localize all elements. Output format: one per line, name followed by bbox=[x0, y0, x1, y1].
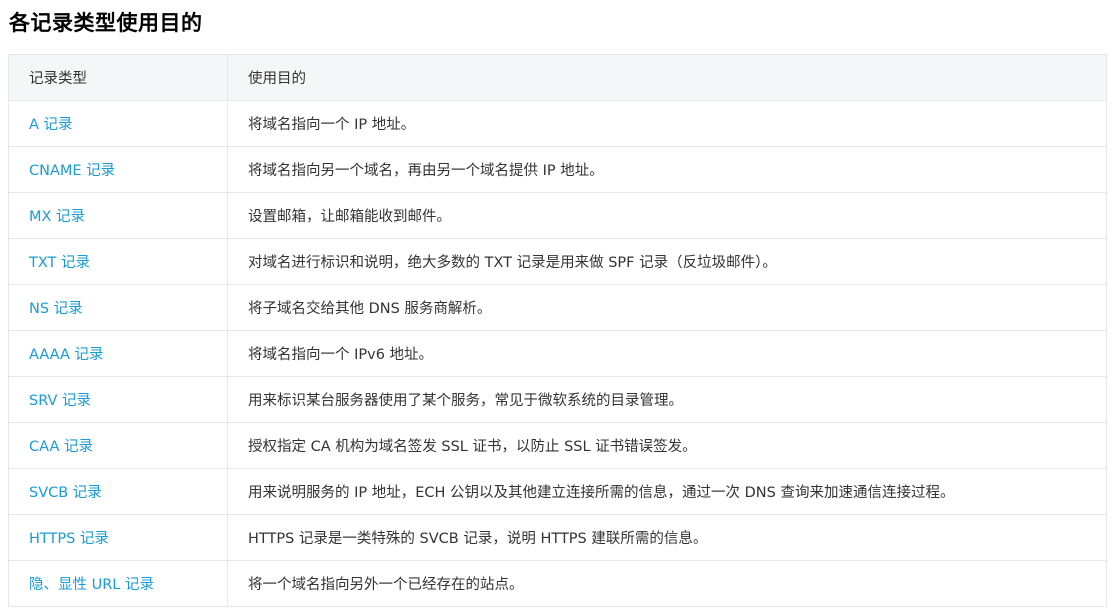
purpose-text: 用来说明服务的 IP 地址，ECH 公钥以及其他建立连接所需的信息，通过一次 D… bbox=[248, 485, 955, 501]
record-type-link-svcb[interactable]: SVCB 记录 bbox=[29, 485, 102, 501]
header-record-type: 记录类型 bbox=[8, 54, 228, 101]
record-type-link-srv[interactable]: SRV 记录 bbox=[29, 393, 91, 409]
table-row: 隐、显性 URL 记录 将一个域名指向另外一个已经存在的站点。 bbox=[8, 560, 1107, 607]
record-type-link-a[interactable]: A 记录 bbox=[29, 117, 73, 133]
record-type-link-ns[interactable]: NS 记录 bbox=[29, 301, 83, 317]
record-type-link-url[interactable]: 隐、显性 URL 记录 bbox=[29, 577, 154, 593]
record-type-link-cname[interactable]: CNAME 记录 bbox=[29, 163, 115, 179]
purpose-cell: 对域名进行标识和说明，绝大多数的 TXT 记录是用来做 SPF 记录（反垃圾邮件… bbox=[227, 238, 1107, 285]
table-row: CNAME 记录 将域名指向另一个域名，再由另一个域名提供 IP 地址。 bbox=[8, 146, 1107, 193]
record-type-link-https[interactable]: HTTPS 记录 bbox=[29, 531, 109, 547]
purpose-text: HTTPS 记录是一类特殊的 SVCB 记录，说明 HTTPS 建联所需的信息。 bbox=[248, 531, 708, 547]
purpose-cell: 将子域名交给其他 DNS 服务商解析。 bbox=[227, 284, 1107, 331]
purpose-cell: 将域名指向另一个域名，再由另一个域名提供 IP 地址。 bbox=[227, 146, 1107, 193]
record-type-cell: CAA 记录 bbox=[8, 422, 228, 469]
purpose-cell: 将域名指向一个 IP 地址。 bbox=[227, 100, 1107, 147]
purpose-text: 将域名指向一个 IPv6 地址。 bbox=[248, 347, 434, 363]
record-type-cell: AAAA 记录 bbox=[8, 330, 228, 377]
table-header: 记录类型 使用目的 bbox=[8, 54, 1107, 101]
record-type-cell: NS 记录 bbox=[8, 284, 228, 331]
table-row: NS 记录 将子域名交给其他 DNS 服务商解析。 bbox=[8, 284, 1107, 331]
purpose-cell: 将一个域名指向另外一个已经存在的站点。 bbox=[227, 560, 1107, 607]
record-type-cell: 隐、显性 URL 记录 bbox=[8, 560, 228, 607]
purpose-text: 用来标识某台服务器使用了某个服务，常见于微软系统的目录管理。 bbox=[248, 393, 683, 409]
record-type-cell: A 记录 bbox=[8, 100, 228, 147]
record-type-cell: HTTPS 记录 bbox=[8, 514, 228, 561]
record-type-cell: SRV 记录 bbox=[8, 376, 228, 423]
purpose-text: 设置邮箱，让邮箱能收到邮件。 bbox=[248, 209, 451, 225]
record-type-link-caa[interactable]: CAA 记录 bbox=[29, 439, 93, 455]
purpose-cell: 设置邮箱，让邮箱能收到邮件。 bbox=[227, 192, 1107, 239]
table-row: AAAA 记录 将域名指向一个 IPv6 地址。 bbox=[8, 330, 1107, 377]
purpose-text: 对域名进行标识和说明，绝大多数的 TXT 记录是用来做 SPF 记录（反垃圾邮件… bbox=[248, 255, 777, 271]
purpose-cell: 授权指定 CA 机构为域名签发 SSL 证书，以防止 SSL 证书错误签发。 bbox=[227, 422, 1107, 469]
purpose-text: 授权指定 CA 机构为域名签发 SSL 证书，以防止 SSL 证书错误签发。 bbox=[248, 439, 697, 455]
table-row: A 记录 将域名指向一个 IP 地址。 bbox=[8, 100, 1107, 147]
table-row: SRV 记录 用来标识某台服务器使用了某个服务，常见于微软系统的目录管理。 bbox=[8, 376, 1107, 423]
record-types-table: 记录类型 使用目的 A 记录 将域名指向一个 IP 地址。 CNAME 记录 将… bbox=[8, 54, 1107, 607]
purpose-text: 将域名指向另一个域名，再由另一个域名提供 IP 地址。 bbox=[248, 163, 604, 179]
header-purpose: 使用目的 bbox=[227, 54, 1107, 101]
table-header-row: 记录类型 使用目的 bbox=[8, 54, 1107, 101]
record-type-cell: CNAME 记录 bbox=[8, 146, 228, 193]
purpose-text: 将一个域名指向另外一个已经存在的站点。 bbox=[248, 577, 524, 593]
record-type-cell: TXT 记录 bbox=[8, 238, 228, 285]
table-row: TXT 记录 对域名进行标识和说明，绝大多数的 TXT 记录是用来做 SPF 记… bbox=[8, 238, 1107, 285]
page-title: 各记录类型使用目的 bbox=[9, 11, 203, 35]
purpose-cell: 用来标识某台服务器使用了某个服务，常见于微软系统的目录管理。 bbox=[227, 376, 1107, 423]
table-row: SVCB 记录 用来说明服务的 IP 地址，ECH 公钥以及其他建立连接所需的信… bbox=[8, 468, 1107, 515]
purpose-cell: HTTPS 记录是一类特殊的 SVCB 记录，说明 HTTPS 建联所需的信息。 bbox=[227, 514, 1107, 561]
record-type-link-mx[interactable]: MX 记录 bbox=[29, 209, 85, 225]
record-type-link-aaaa[interactable]: AAAA 记录 bbox=[29, 347, 104, 363]
purpose-cell: 用来说明服务的 IP 地址，ECH 公钥以及其他建立连接所需的信息，通过一次 D… bbox=[227, 468, 1107, 515]
table-body: A 记录 将域名指向一个 IP 地址。 CNAME 记录 将域名指向另一个域名，… bbox=[8, 100, 1107, 607]
table-row: MX 记录 设置邮箱，让邮箱能收到邮件。 bbox=[8, 192, 1107, 239]
record-type-cell: SVCB 记录 bbox=[8, 468, 228, 515]
record-type-link-txt[interactable]: TXT 记录 bbox=[29, 255, 90, 271]
table-row: HTTPS 记录 HTTPS 记录是一类特殊的 SVCB 记录，说明 HTTPS… bbox=[8, 514, 1107, 561]
purpose-text: 将子域名交给其他 DNS 服务商解析。 bbox=[248, 301, 492, 317]
table-row: CAA 记录 授权指定 CA 机构为域名签发 SSL 证书，以防止 SSL 证书… bbox=[8, 422, 1107, 469]
purpose-cell: 将域名指向一个 IPv6 地址。 bbox=[227, 330, 1107, 377]
purpose-text: 将域名指向一个 IP 地址。 bbox=[248, 117, 416, 133]
record-type-cell: MX 记录 bbox=[8, 192, 228, 239]
